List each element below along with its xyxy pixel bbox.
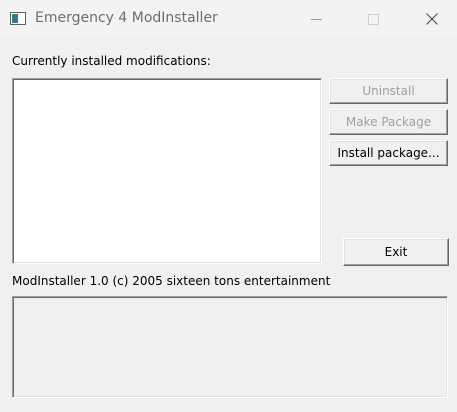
maximize-icon: [368, 14, 379, 25]
install-package-button[interactable]: Install package...: [329, 140, 448, 166]
close-icon: [426, 13, 438, 25]
installed-mods-label: Currently installed modifications:: [12, 54, 211, 68]
app-window-icon: [10, 12, 26, 25]
installed-mods-list[interactable]: [12, 78, 322, 264]
minimize-icon: [311, 19, 322, 20]
title-bar[interactable]: Emergency 4 ModInstaller: [0, 0, 457, 38]
modinstaller-window: Emergency 4 ModInstaller Currently insta…: [0, 0, 457, 412]
info-text-box: [12, 296, 448, 398]
make-package-button[interactable]: Make Package: [329, 109, 448, 135]
version-label: ModInstaller 1.0 (c) 2005 sixteen tons e…: [12, 274, 331, 288]
minimize-button[interactable]: [294, 0, 340, 38]
uninstall-button[interactable]: Uninstall: [329, 78, 448, 104]
exit-button[interactable]: Exit: [343, 238, 449, 266]
window-title: Emergency 4 ModInstaller: [35, 10, 218, 26]
maximize-button: [350, 0, 396, 38]
close-button[interactable]: [409, 0, 455, 38]
